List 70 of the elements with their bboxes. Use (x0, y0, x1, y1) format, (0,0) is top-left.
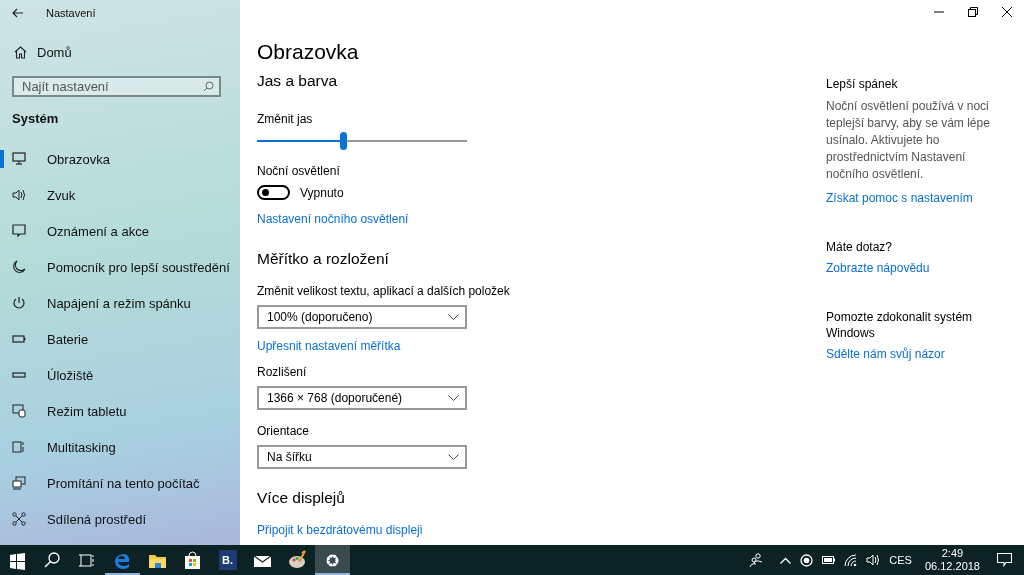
windows-stack-icon (12, 440, 26, 454)
tablet-icon (12, 404, 26, 418)
dropdown-label: Rozlišení (257, 365, 307, 381)
section-heading: Jas a barva (257, 72, 338, 91)
sidebar-item[interactable]: Baterie (0, 321, 240, 357)
slider-thumb[interactable] (340, 132, 348, 150)
search-icon (203, 81, 214, 92)
help-text: Noční osvětlení používá v noci teplejší barvy, aby se vám lépe usínalo. Aktivujete ho prostřednictvím Nastavení nočního osvětlení. (826, 98, 991, 183)
moon-icon (12, 260, 26, 274)
sidebar-item[interactable]: Promítání na tento počítač (0, 465, 240, 501)
chevron-down-icon (448, 395, 459, 401)
chevron-up-icon[interactable] (780, 556, 792, 564)
speaker-icon (12, 188, 26, 202)
sidebar-item[interactable]: Zvuk (0, 177, 240, 213)
sidebar-item[interactable]: Úložiště (0, 357, 240, 393)
toggle-label: Noční osvětlení (257, 164, 340, 180)
dropdown[interactable]: 100% (doporučeno) (257, 305, 467, 329)
link[interactable]: Získat pomoc s nastavením (826, 191, 973, 205)
clock-time[interactable]: 2:49 (941, 547, 964, 560)
help-heading: Pomozte zdokonalit systém Windows (826, 309, 974, 341)
monitor-icon (12, 152, 26, 166)
chevron-down-icon (448, 314, 459, 320)
taskbar-button[interactable] (315, 545, 350, 575)
back-arrow-icon[interactable] (12, 8, 24, 18)
window-title: Nastavení (46, 7, 96, 19)
page-title: Obrazovka (257, 40, 359, 64)
palette-icon (287, 549, 308, 571)
link[interactable]: Upřesnit nastavení měřítka (257, 339, 401, 355)
section-heading: Měřítko a rozložení (257, 250, 389, 269)
dropdown-label: Orientace (257, 424, 310, 440)
speech-bubble-icon (12, 224, 26, 238)
dropdown[interactable]: 1366 × 768 (doporučené) (257, 386, 467, 410)
house-icon (14, 45, 27, 59)
battery-icon[interactable] (822, 556, 836, 564)
speaker-icon[interactable] (866, 554, 881, 566)
screens-icon (12, 476, 26, 490)
home-item[interactable]: Domů (14, 42, 72, 62)
record-icon[interactable] (800, 553, 814, 567)
battery-icon (12, 332, 26, 346)
speech-bubble-icon[interactable] (997, 553, 1012, 567)
people-icon[interactable] (749, 553, 764, 567)
link[interactable]: Nastavení nočního osvětlení (257, 212, 409, 228)
section-heading: Systém (12, 111, 59, 128)
sidebar-item[interactable]: Multitasking (0, 429, 240, 465)
sidebar-item[interactable]: Napájení a režim spánku (0, 285, 240, 321)
sidebar-item[interactable]: Sdílená prostředí (0, 501, 240, 537)
clock-date[interactable]: 06.12.2018 (924, 560, 980, 573)
toggle-state: Vypnuto (300, 185, 344, 200)
search-field[interactable]: Najít nastavení (12, 76, 221, 97)
chevron-down-icon (448, 454, 459, 460)
sidebar-item[interactable]: Oznámení a akce (0, 213, 240, 249)
wifi-icon[interactable] (844, 554, 858, 566)
language-indicator[interactable]: CES (889, 554, 912, 566)
section-heading: Více displejů (257, 489, 345, 508)
sidebar-item[interactable]: Režim tabletu (0, 393, 240, 429)
toggle-switch[interactable] (257, 185, 290, 200)
help-heading: Lepší spánek (826, 76, 899, 92)
shopping-bag-icon (182, 549, 203, 571)
slider-label: Změnit jas (257, 112, 313, 128)
link[interactable]: Sdělte nám svůj názor (826, 347, 945, 361)
power-icon (12, 296, 26, 310)
sidebar-item[interactable]: Obrazovka (0, 141, 240, 177)
sidebar-item[interactable]: Pomocník pro lepší soustředění (0, 249, 240, 285)
dropdown-label: Změnit velikost textu, aplikací a dalších položek (257, 284, 510, 300)
link[interactable]: Zobrazte nápovědu (826, 261, 930, 275)
dropdown[interactable]: Na šířku (257, 445, 467, 469)
connected-nodes-icon (12, 512, 26, 526)
taskbar-button[interactable]: B. (210, 545, 245, 575)
link[interactable]: Připojit k bezdrátovému displeji (257, 523, 423, 539)
help-heading: Máte dotaz? (826, 239, 894, 255)
